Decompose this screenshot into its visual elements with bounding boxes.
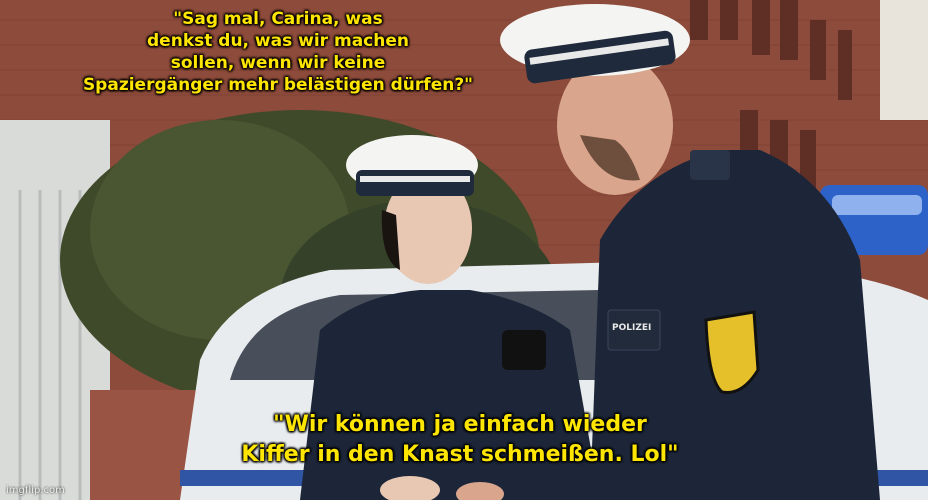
sky: [880, 0, 928, 120]
top-caption: "Sag mal, Carina, was denkst du, was wir…: [82, 9, 474, 95]
police-coat-of-arms-patch: [704, 310, 760, 395]
imgflip-watermark: imgflip.com: [6, 485, 65, 496]
bottom-caption: "Wir können ja einfach wieder Kiffer in …: [241, 412, 679, 467]
body-camera: [502, 330, 546, 370]
shoulder-strap: [690, 150, 730, 180]
polizei-label-text: POLIZEI: [612, 323, 651, 333]
